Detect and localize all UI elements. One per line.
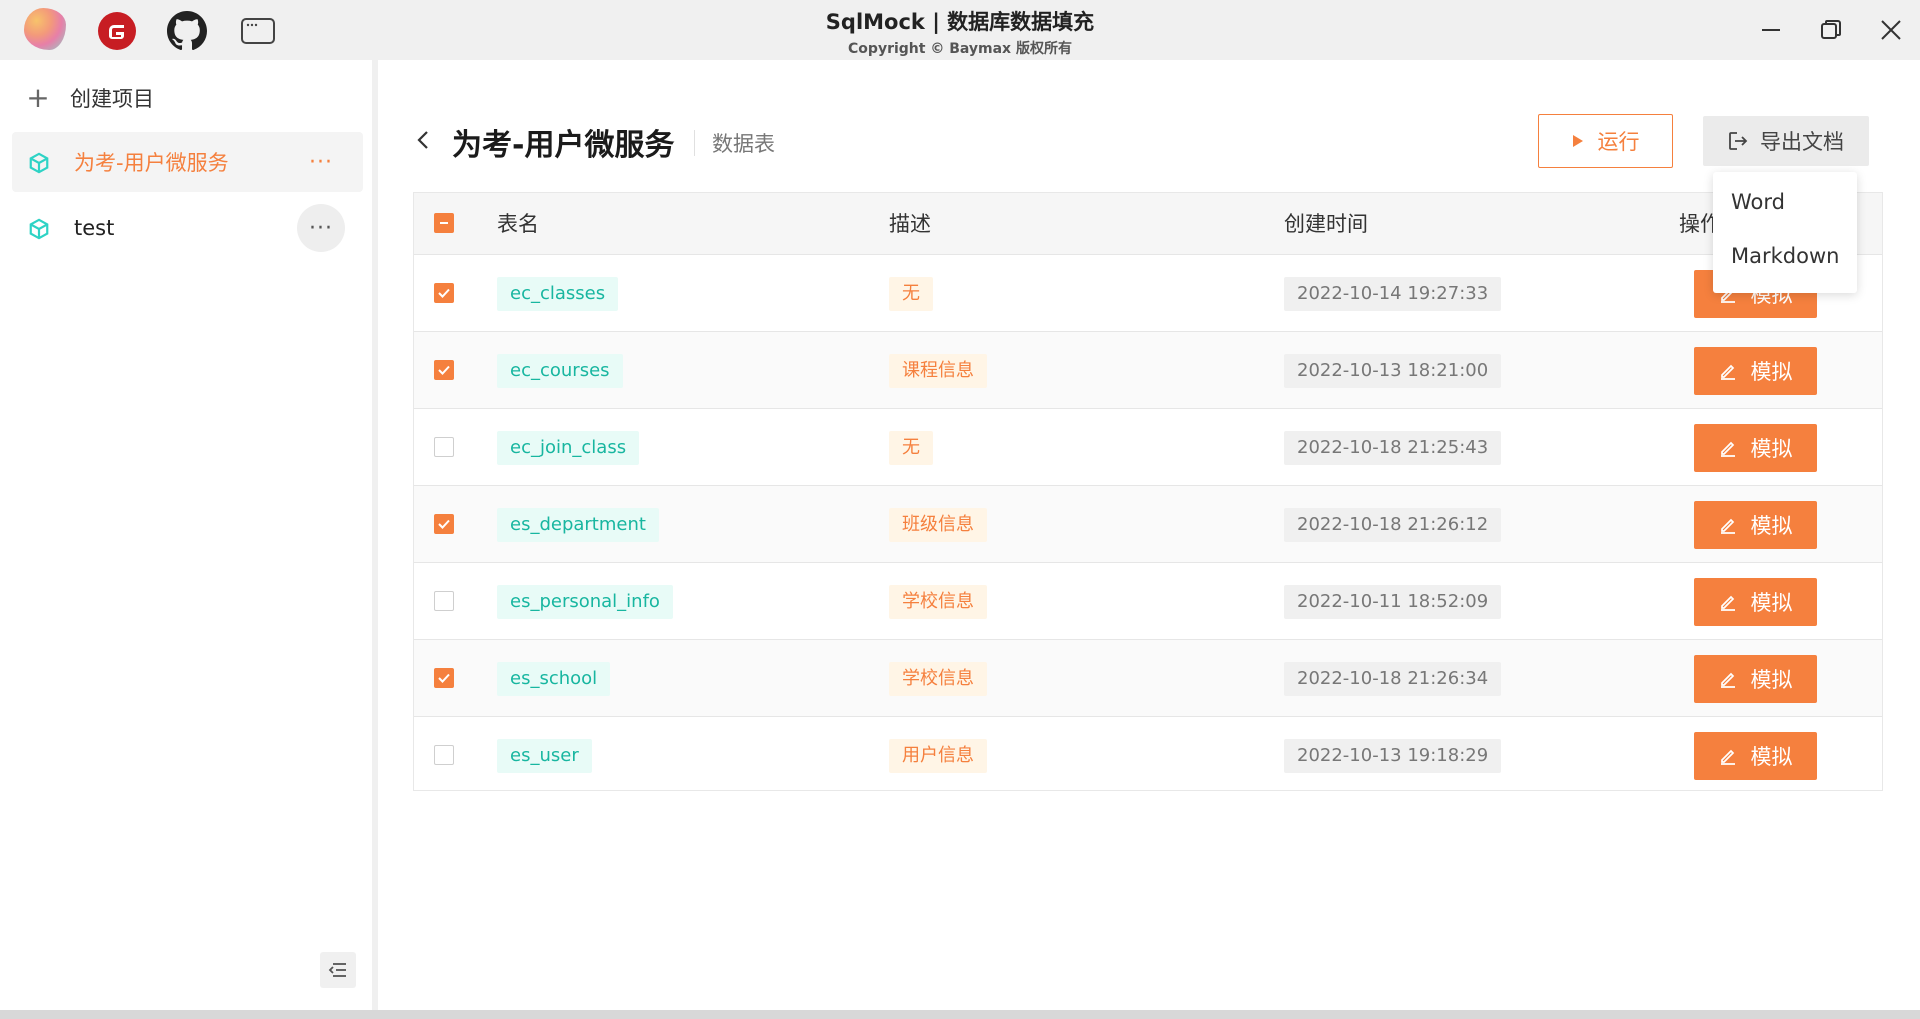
mock-button[interactable]: 模拟 — [1694, 655, 1817, 703]
column-header-desc[interactable]: 描述 — [889, 193, 931, 255]
cube-icon — [28, 152, 50, 174]
back-icon[interactable] — [416, 128, 436, 152]
row-checkbox[interactable] — [434, 668, 454, 688]
table-name-tag: ec_courses — [497, 354, 623, 388]
collapse-sidebar-icon[interactable] — [320, 952, 356, 988]
app-copyright: Copyright © Baymax 版权所有 — [848, 41, 1072, 57]
created-time-tag: 2022-10-11 18:52:09 — [1284, 585, 1502, 619]
project-label: test — [74, 216, 115, 240]
plus-icon: + — [26, 81, 50, 114]
table-name-tag: es_user — [497, 739, 592, 773]
mock-label: 模拟 — [1750, 437, 1793, 461]
maximize-icon[interactable] — [1815, 14, 1847, 46]
create-project-label: 创建项目 — [70, 87, 154, 111]
close-icon[interactable] — [1875, 14, 1907, 46]
table-name-tag: ec_join_class — [497, 431, 640, 465]
export-markdown-option[interactable]: Markdown — [1731, 244, 1839, 268]
sidebar: + 创建项目 为考-用户微服务 ··· test ··· — [0, 60, 372, 1010]
page-subtitle: 数据表 — [712, 132, 775, 156]
sidebar-item-project[interactable]: 为考-用户微服务 ··· — [12, 132, 363, 192]
table-desc-tag: 班级信息 — [889, 508, 987, 542]
table-row: ec_join_class 无 2022-10-18 21:25:43 模拟 — [414, 409, 1882, 486]
table-row: es_school 学校信息 2022-10-18 21:26:34 模拟 — [414, 640, 1882, 717]
edit-icon — [1720, 441, 1735, 457]
table-row: es_user 用户信息 2022-10-13 19:18:29 模拟 — [414, 717, 1882, 791]
taskbar-edge — [0, 1010, 1920, 1019]
table-desc-tag: 学校信息 — [889, 585, 987, 619]
table-desc-tag: 用户信息 — [889, 739, 987, 773]
table-name-tag: es_school — [497, 662, 611, 696]
mock-label: 模拟 — [1750, 591, 1793, 615]
table-desc-tag: 无 — [889, 277, 933, 311]
export-word-option[interactable]: Word — [1731, 190, 1785, 214]
more-icon[interactable]: ··· — [297, 138, 345, 186]
create-project-button[interactable]: + 创建项目 — [24, 80, 154, 116]
sidebar-item-project[interactable]: test ··· — [12, 198, 363, 258]
project-label: 为考-用户微服务 — [74, 151, 229, 175]
more-icon[interactable]: ··· — [297, 204, 345, 252]
table: 表名 描述 创建时间 操作 ec_classes 无 2022-10-14 19… — [413, 192, 1883, 791]
table-name-tag: ec_classes — [497, 277, 619, 311]
table-header: 表名 描述 创建时间 操作 — [414, 193, 1882, 255]
export-label: 导出文档 — [1760, 130, 1844, 154]
created-time-tag: 2022-10-13 18:21:00 — [1284, 354, 1502, 388]
table-desc-tag: 学校信息 — [889, 662, 987, 696]
edit-icon — [1720, 518, 1735, 534]
column-header-time[interactable]: 创建时间 — [1284, 193, 1368, 255]
mock-label: 模拟 — [1750, 745, 1793, 769]
column-header-name[interactable]: 表名 — [497, 193, 539, 255]
created-time-tag: 2022-10-13 19:18:29 — [1284, 739, 1502, 773]
title-bar: SqlMock | 数据库数据填充 Copyright © Baymax 版权所… — [0, 0, 1920, 60]
row-checkbox[interactable] — [434, 437, 454, 457]
title-divider — [694, 130, 695, 156]
cube-icon — [28, 218, 50, 240]
mock-button[interactable]: 模拟 — [1694, 501, 1817, 549]
table-row: ec_courses 课程信息 2022-10-13 18:21:00 模拟 — [414, 332, 1882, 409]
mock-button[interactable]: 模拟 — [1694, 578, 1817, 626]
created-time-tag: 2022-10-18 21:26:34 — [1284, 662, 1502, 696]
edit-icon — [1720, 749, 1735, 765]
play-icon — [1572, 135, 1583, 147]
app-title: SqlMock | 数据库数据填充 — [825, 10, 1095, 34]
edit-icon — [1720, 672, 1735, 688]
table-row: es_personal_info 学校信息 2022-10-11 18:52:0… — [414, 563, 1882, 640]
mock-label: 模拟 — [1750, 668, 1793, 692]
row-checkbox[interactable] — [434, 283, 454, 303]
table-row: es_department 班级信息 2022-10-18 21:26:12 模… — [414, 486, 1882, 563]
table-desc-tag: 无 — [889, 431, 933, 465]
select-all-checkbox[interactable] — [434, 213, 454, 233]
export-icon — [1729, 132, 1748, 150]
created-time-tag: 2022-10-14 19:27:33 — [1284, 277, 1502, 311]
table-name-tag: es_department — [497, 508, 659, 542]
table-name-tag: es_personal_info — [497, 585, 673, 619]
row-checkbox[interactable] — [434, 591, 454, 611]
mock-button[interactable]: 模拟 — [1694, 347, 1817, 395]
run-button[interactable]: 运行 — [1538, 114, 1673, 168]
mock-label: 模拟 — [1750, 360, 1793, 384]
mock-button[interactable]: 模拟 — [1694, 424, 1817, 472]
export-dropdown-menu: Word Markdown — [1713, 172, 1857, 293]
row-checkbox[interactable] — [434, 514, 454, 534]
mock-label: 模拟 — [1750, 514, 1793, 538]
row-checkbox[interactable] — [434, 745, 454, 765]
main-content: 为考-用户微服务 数据表 运行 导出文档 表名 描述 创建时间 操作 ec_cl… — [378, 60, 1920, 1010]
run-label: 运行 — [1597, 130, 1640, 154]
edit-icon — [1720, 595, 1735, 611]
export-doc-button[interactable]: 导出文档 — [1703, 116, 1869, 166]
window-title: SqlMock | 数据库数据填充 Copyright © Baymax 版权所… — [0, 6, 1920, 58]
mock-button[interactable]: 模拟 — [1694, 732, 1817, 780]
minimize-icon[interactable] — [1755, 14, 1787, 46]
table-desc-tag: 课程信息 — [889, 354, 987, 388]
page-title: 为考-用户微服务 — [452, 128, 675, 163]
created-time-tag: 2022-10-18 21:26:12 — [1284, 508, 1502, 542]
table-row: ec_classes 无 2022-10-14 19:27:33 模拟 — [414, 255, 1882, 332]
row-checkbox[interactable] — [434, 360, 454, 380]
created-time-tag: 2022-10-18 21:25:43 — [1284, 431, 1502, 465]
edit-icon — [1720, 364, 1735, 380]
